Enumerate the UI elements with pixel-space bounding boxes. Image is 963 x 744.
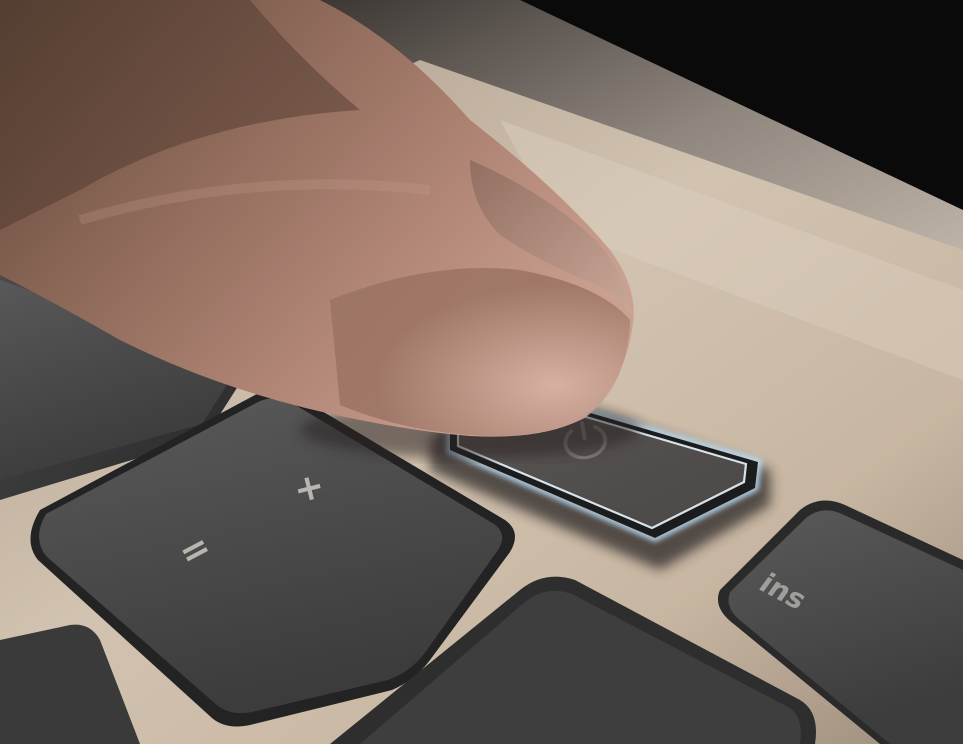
fingertip — [330, 268, 630, 436]
keyboard-photo — [0, 0, 963, 744]
photo-scene: + = ins — [0, 0, 963, 744]
